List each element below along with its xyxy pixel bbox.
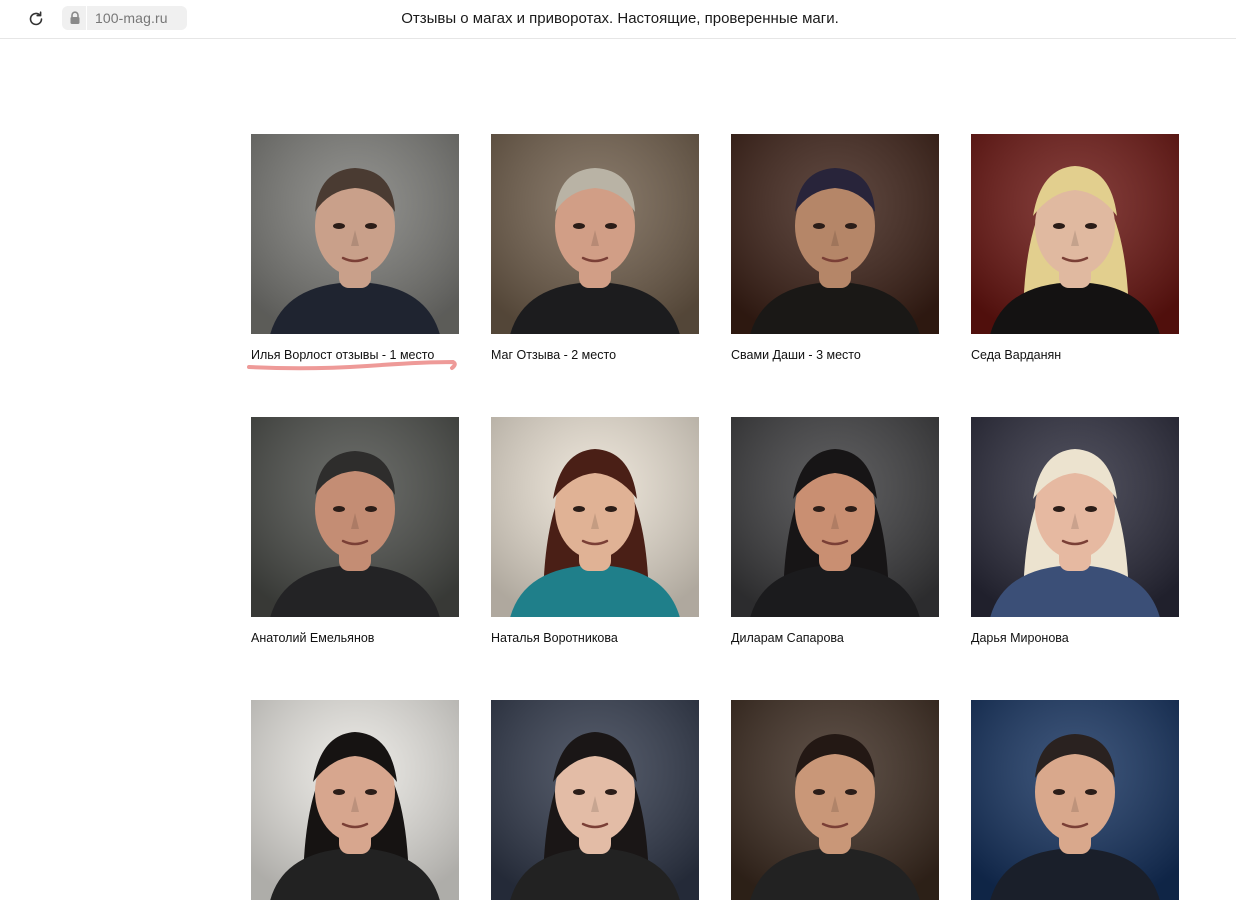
magician-photo[interactable] (971, 700, 1179, 900)
page-title: Отзывы о магах и приворотах. Настоящие, … (0, 10, 1236, 27)
magician-photo[interactable] (491, 417, 699, 617)
magician-photo[interactable] (731, 417, 939, 617)
magician-photo[interactable] (251, 700, 459, 900)
page-title-text: Отзывы о магах и приворотах. Настоящие, … (401, 10, 839, 27)
magician-card[interactable]: Свами Даши - 3 место (731, 134, 939, 362)
magician-card[interactable] (971, 700, 1179, 900)
magician-card[interactable]: Седа Варданян (971, 134, 1179, 362)
magician-card[interactable]: Наталья Воротникова (491, 417, 699, 645)
magician-name-link[interactable]: Наталья Воротникова (491, 631, 699, 645)
highlight-underline (247, 354, 461, 379)
magician-name-link[interactable]: Маг Отзыва - 2 место (491, 348, 699, 362)
magician-photo[interactable] (251, 417, 459, 617)
magician-photo[interactable] (971, 417, 1179, 617)
magician-card[interactable] (251, 700, 459, 900)
magician-photo[interactable] (491, 134, 699, 334)
magician-name-link[interactable]: Свами Даши - 3 место (731, 348, 939, 362)
magician-name-link[interactable]: Анатолий Емельянов (251, 631, 459, 645)
magician-name-link[interactable]: Седа Варданян (971, 348, 1179, 362)
magician-card[interactable]: Дарья Миронова (971, 417, 1179, 645)
magician-card[interactable]: Илья Ворлост отзывы - 1 место (247, 134, 459, 371)
magician-card[interactable]: Анатолий Емельянов (251, 417, 459, 645)
magician-photo[interactable] (251, 134, 459, 334)
magician-photo[interactable] (731, 134, 939, 334)
browser-toolbar: 100-mag.ru Отзывы о магах и приворотах. … (0, 0, 1236, 39)
magician-photo[interactable] (731, 700, 939, 900)
magician-card[interactable] (731, 700, 939, 900)
magician-name-link[interactable]: Дарья Миронова (971, 631, 1179, 645)
magician-card[interactable]: Маг Отзыва - 2 место (491, 134, 699, 362)
magician-card[interactable] (491, 700, 699, 900)
magician-card[interactable]: Диларам Сапарова (731, 417, 939, 645)
magician-photo[interactable] (971, 134, 1179, 334)
magician-photo[interactable] (491, 700, 699, 900)
magician-name-link[interactable]: Диларам Сапарова (731, 631, 939, 645)
